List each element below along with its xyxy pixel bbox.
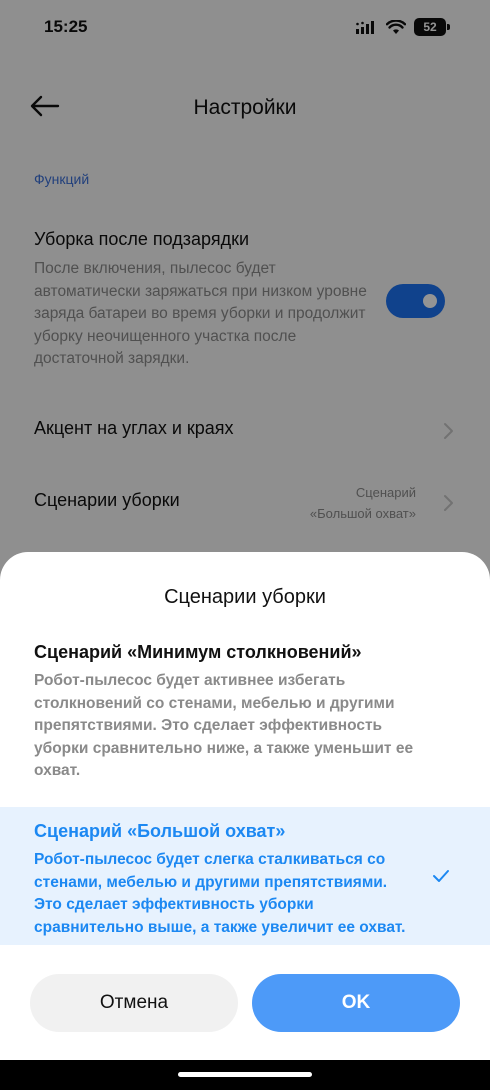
- navigation-bar: [0, 1060, 490, 1090]
- home-indicator[interactable]: [178, 1072, 312, 1077]
- scenario-sheet: Сценарии уборки Сценарий «Минимум столкн…: [0, 552, 490, 1060]
- option-content: Сценарий «Большой охват» Робот-пылесос б…: [34, 821, 414, 939]
- option-min-collisions[interactable]: Сценарий «Минимум столкновений» Робот-пы…: [0, 632, 490, 802]
- cancel-button[interactable]: Отмена: [30, 974, 238, 1032]
- option-description: Робот-пылесос будет слегка сталкиваться …: [34, 851, 406, 936]
- option-content: Сценарий «Минимум столкновений» Робот-пы…: [34, 642, 414, 783]
- sheet-buttons: Отмена OK: [30, 974, 460, 1032]
- option-wide-coverage[interactable]: Сценарий «Большой охват» Робот-пылесос б…: [0, 807, 490, 945]
- option-title: Сценарий «Большой охват»: [34, 821, 286, 841]
- screen: 15:25 52 Настройки Функций Уборка после …: [0, 0, 490, 1090]
- option-description: Робот-пылесос будет активнее избегать ст…: [34, 672, 414, 779]
- check-icon: [432, 869, 450, 883]
- option-title: Сценарий «Минимум столкновений»: [34, 642, 362, 662]
- ok-button[interactable]: OK: [252, 974, 460, 1032]
- sheet-title: Сценарии уборки: [164, 586, 326, 608]
